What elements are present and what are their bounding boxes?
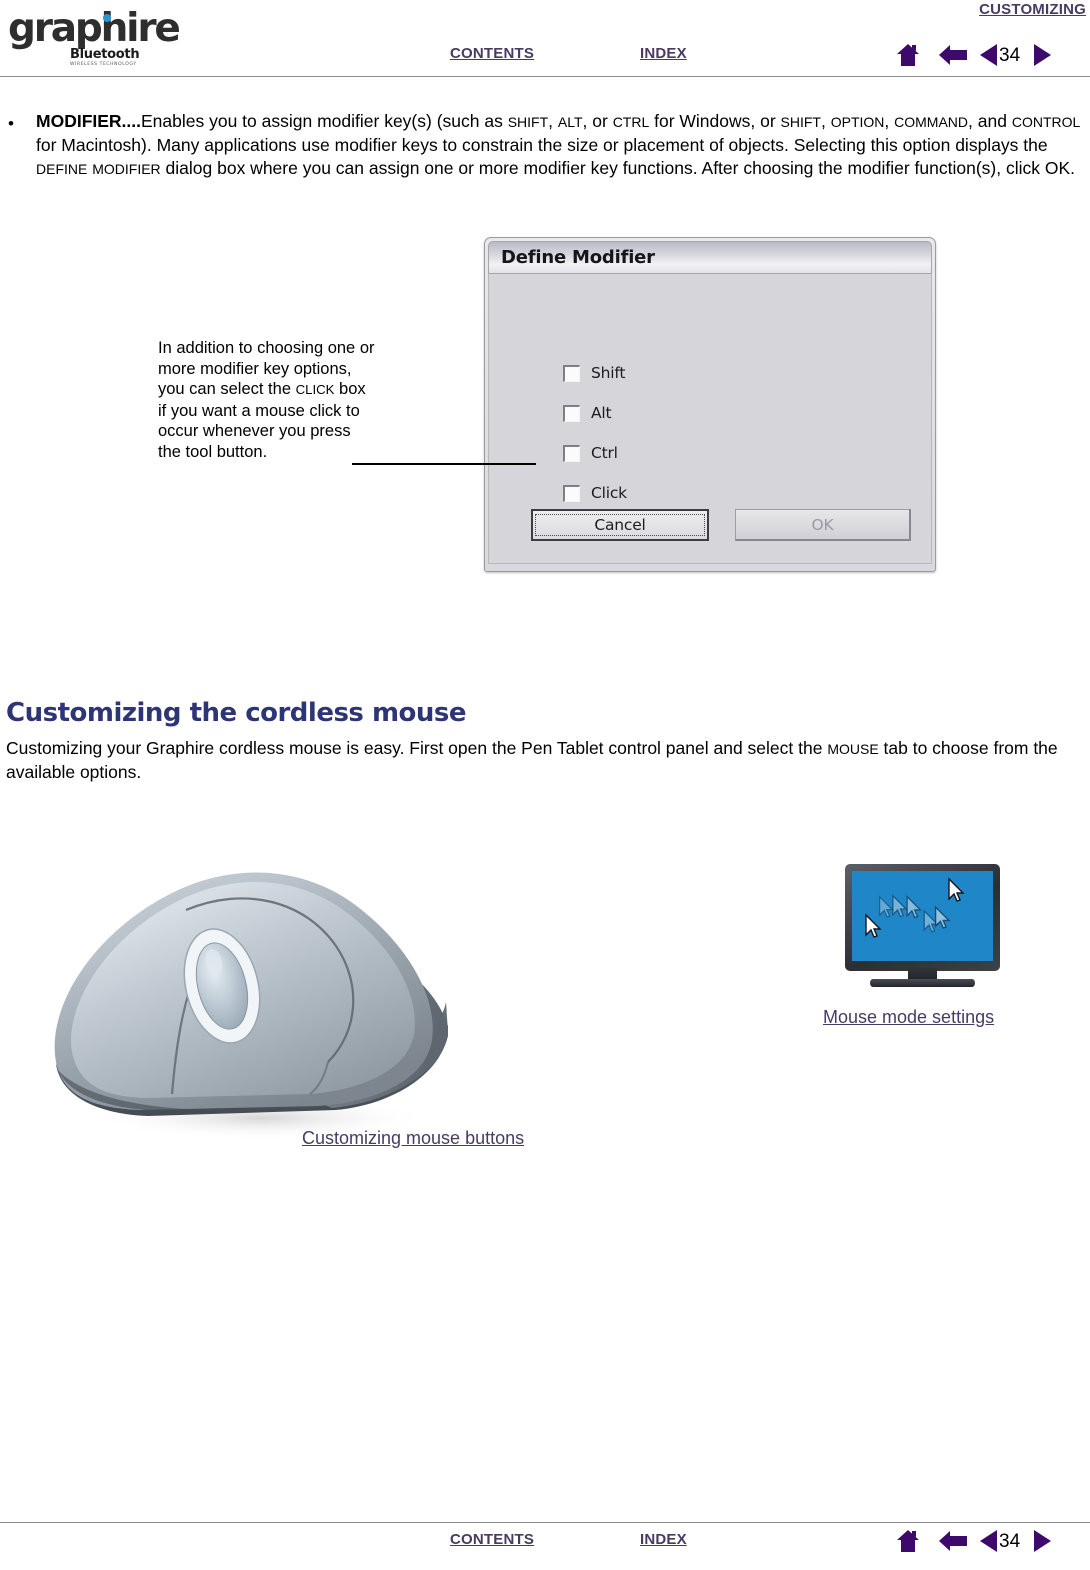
- callout-leader-line: [352, 463, 536, 465]
- customizing-mouse-buttons-link[interactable]: Customizing mouse buttons: [302, 1128, 524, 1149]
- dialog-title: Define Modifier: [501, 247, 655, 268]
- checkbox-row-click[interactable]: Click: [563, 484, 627, 502]
- previous-page-icon[interactable]: [979, 42, 999, 73]
- callout-line-2: more modifier key options,: [158, 359, 352, 378]
- callout-click-keyword: CLICK: [295, 382, 335, 397]
- previous-page-icon[interactable]: [979, 1528, 999, 1559]
- next-page-icon[interactable]: [1032, 1528, 1052, 1559]
- dialog-callout-text: In addition to choosing one or more modi…: [158, 338, 375, 462]
- callout-line-3c: box: [334, 380, 366, 398]
- checkbox-shift[interactable]: [563, 364, 580, 382]
- modifier-body-3: for Macintosh). Many applications use mo…: [36, 135, 1048, 155]
- mouse-mode-monitor-image: [845, 864, 1000, 989]
- dialog-name-define: DEFINE: [36, 161, 88, 177]
- checkbox-label-click: Click: [591, 484, 627, 502]
- monitor-screen: [852, 871, 993, 961]
- ok-button[interactable]: OK: [735, 509, 911, 541]
- nav-index-link-top[interactable]: INDEX: [640, 45, 687, 62]
- footer-navbar: CONTENTS INDEX 34: [0, 1522, 1090, 1564]
- key-ctrl: CTRL: [612, 114, 650, 130]
- section-label-top-text: CUSTOMIZING: [979, 1, 1086, 18]
- section-label-text-top: CUSTOMIZING: [979, 1, 1086, 18]
- callout-line-4: if you want a mouse click to: [158, 401, 360, 420]
- key-command: COMMAND: [894, 114, 969, 130]
- header-navbar: CONTENTS INDEX 34: [0, 36, 1090, 78]
- nav-icon-group-bottom: 34: [895, 1524, 1085, 1560]
- modifier-term: MODIFIER....: [36, 111, 141, 131]
- checkbox-row-ctrl[interactable]: Ctrl: [563, 444, 618, 462]
- key-shift-1: SHIFT: [507, 114, 549, 130]
- key-control: CONTROL: [1011, 114, 1081, 130]
- nav-contents-link-bottom[interactable]: CONTENTS: [450, 1531, 534, 1548]
- callout-line-3a: you can select the: [158, 380, 296, 398]
- callout-line-3: you can select the CLICK box: [158, 379, 375, 401]
- modifier-body-1: Enables you to assign modifier key(s) (s…: [141, 111, 508, 131]
- monitor-base: [870, 979, 975, 987]
- sep-3: ,: [821, 111, 831, 131]
- checkbox-label-alt: Alt: [591, 404, 612, 422]
- modifier-paragraph: MODIFIER....Enables you to assign modifi…: [36, 110, 1082, 181]
- ok-button-label: OK: [811, 515, 834, 534]
- next-page-icon[interactable]: [1032, 42, 1052, 73]
- page-title: Customizing the cordless mouse: [6, 698, 467, 728]
- home-icon[interactable]: [895, 42, 921, 73]
- cordless-mouse-image: [36, 826, 476, 1146]
- bullet-marker: •: [8, 114, 14, 133]
- callout-line-1: In addition to choosing one or: [158, 339, 375, 357]
- section-paragraph: Customizing your Graphire cordless mouse…: [6, 737, 1084, 784]
- back-arrow-icon[interactable]: [938, 1528, 968, 1559]
- page-number-bottom: 34: [999, 1531, 1021, 1552]
- sep-5: , and: [968, 111, 1012, 131]
- dialog-body: Shift Alt Ctrl Click Cancel OK: [488, 274, 932, 564]
- key-option: OPTION: [830, 114, 885, 130]
- checkbox-label-ctrl: Ctrl: [591, 444, 618, 462]
- checkbox-label-shift: Shift: [591, 364, 626, 382]
- modifier-body-2: for Windows, or: [649, 111, 781, 131]
- checkbox-row-shift[interactable]: Shift: [563, 364, 625, 382]
- back-arrow-icon[interactable]: [938, 42, 968, 73]
- header-divider: [0, 76, 1090, 77]
- callout-line-5: occur whenever you press: [158, 422, 351, 440]
- sep-1: ,: [548, 111, 558, 131]
- nav-icon-group-top: 34: [895, 38, 1085, 74]
- define-modifier-dialog: Define Modifier Shift Alt Ctrl Click Can…: [484, 237, 936, 572]
- section-label-top[interactable]: CUSTOMIZING: [979, 1, 1086, 18]
- nav-contents-link-top[interactable]: CONTENTS: [450, 45, 534, 62]
- checkbox-alt[interactable]: [563, 404, 580, 422]
- dialog-titlebar: Define Modifier: [488, 241, 932, 274]
- nav-index-link-bottom[interactable]: INDEX: [640, 1531, 687, 1548]
- checkbox-click[interactable]: [563, 484, 580, 502]
- sep-2: , or: [582, 111, 613, 131]
- checkbox-ctrl[interactable]: [563, 444, 580, 462]
- key-alt: ALT: [557, 114, 583, 130]
- monitor-bezel: [845, 864, 1000, 971]
- home-icon[interactable]: [895, 1528, 921, 1559]
- logo-dot-icon: [103, 14, 111, 22]
- cancel-button[interactable]: Cancel: [531, 509, 709, 541]
- callout-line-6: the tool button.: [158, 442, 268, 461]
- mouse-tab-name: MOUSE: [827, 741, 879, 757]
- checkbox-row-alt[interactable]: Alt: [563, 404, 612, 422]
- section-body-1: Customizing your Graphire cordless mouse…: [6, 738, 828, 758]
- key-shift-2: SHIFT: [780, 114, 821, 130]
- mouse-mode-settings-link[interactable]: Mouse mode settings: [823, 1007, 994, 1028]
- modifier-body-4: dialog box where you can assign one or m…: [160, 158, 1076, 178]
- sep-4: ,: [884, 111, 895, 131]
- cancel-button-label: Cancel: [535, 514, 705, 536]
- page-number-top: 34: [999, 45, 1021, 66]
- dialog-name-modifier: MODIFIER: [92, 161, 161, 177]
